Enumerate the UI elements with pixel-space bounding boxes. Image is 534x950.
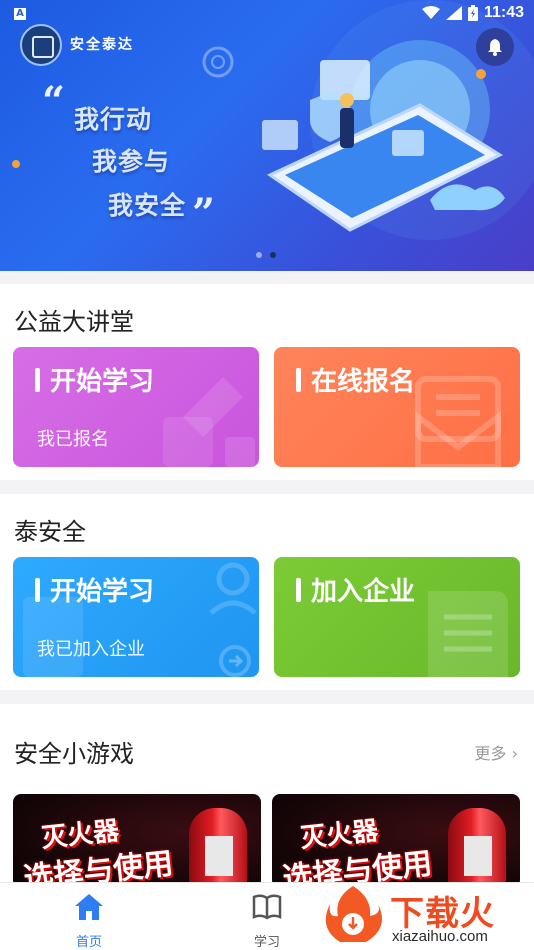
notification-button[interactable] <box>476 28 514 66</box>
more-link[interactable]: 更多 › <box>475 740 519 764</box>
decor-dot <box>12 160 20 168</box>
join-enterprise-card[interactable]: 加入企业 <box>274 557 520 677</box>
safety-section: 泰安全 开始学习 我已加入企业 加入企业 <box>0 494 534 690</box>
clock: 11:43 <box>483 4 524 21</box>
brand-name: 安全泰达 <box>70 37 134 53</box>
close-quote-icon: ” <box>192 190 216 237</box>
wifi-icon <box>421 6 440 19</box>
title-bar <box>35 367 40 392</box>
battery-icon <box>467 5 478 21</box>
app-screen: A 11:43 安全泰达 “ 我行动 我参与 我安全 ” 公益大讲堂 开始学习 … <box>0 0 534 950</box>
card-subtitle: 我已加入企业 <box>37 639 145 660</box>
app-logo <box>20 24 62 66</box>
tab-home[interactable]: 首页 <box>49 883 129 950</box>
title-bar <box>296 577 301 602</box>
hero-banner[interactable]: A 11:43 安全泰达 “ 我行动 我参与 我安全 ” <box>0 0 534 271</box>
wrench-icon <box>163 377 255 467</box>
open-quote-icon: “ <box>42 78 66 125</box>
book-icon <box>252 894 282 920</box>
carousel-indicator <box>256 252 276 258</box>
online-signup-card[interactable]: 在线报名 <box>274 347 520 467</box>
chevron-right-icon: › <box>506 744 518 763</box>
tab-study[interactable]: 学习 <box>227 883 307 950</box>
carousel-dot-active <box>270 252 276 258</box>
notification-badge: A <box>14 8 26 20</box>
fire-extinguisher-icon <box>189 808 247 888</box>
start-learning-enterprise-card[interactable]: 开始学习 我已加入企业 <box>13 557 259 677</box>
title-bar <box>35 577 40 602</box>
tab-label: 首页 <box>75 935 102 950</box>
lecture-section: 公益大讲堂 开始学习 我已报名 在线报名 <box>0 284 534 480</box>
watermark: 下载火 xiazaihuo.com <box>312 880 534 950</box>
watermark-url: xiazaihuo.com <box>392 928 488 945</box>
slogan-line-1: 我行动 <box>74 105 153 134</box>
game-card[interactable]: 灭火器 选择与使用 <box>272 794 520 888</box>
envelope-icon <box>415 376 501 467</box>
start-learning-card[interactable]: 开始学习 我已报名 <box>13 347 259 467</box>
card-title: 开始学习 <box>50 577 155 607</box>
card-subtitle: 我已报名 <box>37 429 109 450</box>
slogan-line-2: 我参与 <box>92 147 171 176</box>
card-title: 在线报名 <box>311 367 416 397</box>
card-title: 开始学习 <box>50 367 155 397</box>
status-bar: A 11:43 <box>0 0 534 30</box>
slogan-line-3: 我安全 <box>108 191 187 220</box>
section-title: 安全小游戏 <box>14 740 134 768</box>
document-icon <box>428 591 508 677</box>
tab-label: 学习 <box>253 935 280 950</box>
signal-icon <box>445 6 462 20</box>
fire-extinguisher-icon <box>448 808 506 888</box>
section-title: 泰安全 <box>14 518 86 546</box>
section-title: 公益大讲堂 <box>14 308 134 336</box>
title-bar <box>296 367 301 392</box>
more-label: 更多 <box>474 744 507 763</box>
home-icon <box>75 894 103 920</box>
bell-icon <box>488 39 502 56</box>
game-card[interactable]: 灭火器 选择与使用 <box>13 794 261 888</box>
watermark-logo-icon <box>325 886 382 942</box>
card-title: 加入企业 <box>311 577 416 607</box>
carousel-dot <box>256 252 262 258</box>
